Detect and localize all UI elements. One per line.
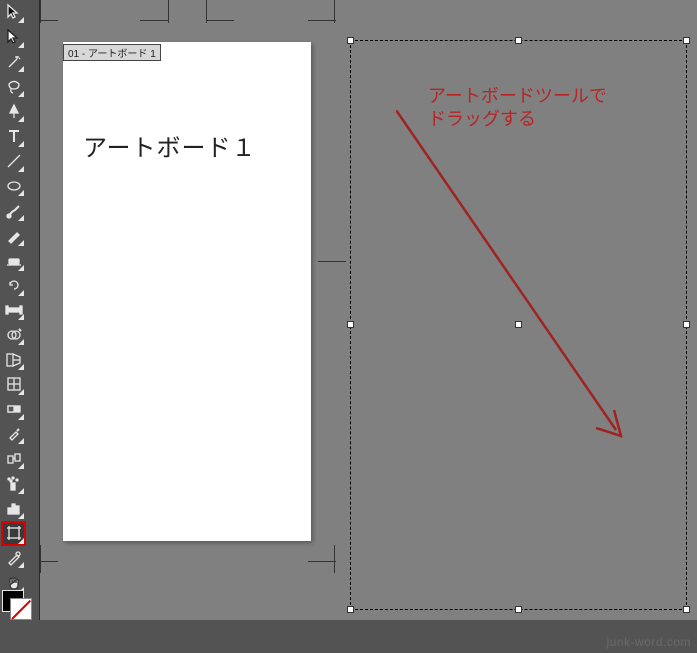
symbol-sprayer-icon (5, 475, 23, 493)
selection-tool[interactable] (2, 1, 25, 24)
column-graph-tool[interactable] (2, 497, 25, 520)
gradient-icon (5, 400, 23, 418)
lasso-tool[interactable] (2, 75, 25, 98)
stroke-swatch[interactable] (10, 598, 32, 620)
type-tool[interactable] (2, 125, 25, 148)
handle-bottom-middle[interactable] (515, 606, 522, 613)
rotate-tool[interactable] (2, 274, 25, 297)
blend-icon (5, 450, 23, 468)
handle-middle-left[interactable] (347, 321, 354, 328)
handle-center[interactable] (515, 321, 522, 328)
handle-top-right[interactable] (683, 37, 690, 44)
mesh-icon (5, 375, 23, 393)
gradient-tool[interactable] (2, 398, 25, 421)
column-graph-icon (5, 499, 23, 517)
lasso-icon (5, 78, 23, 96)
handle-top-middle[interactable] (515, 37, 522, 44)
artboard-tag: 01 - アートボード 1 (63, 44, 161, 61)
type-icon (5, 127, 23, 145)
artboard-1[interactable] (63, 42, 311, 541)
artboard-icon (5, 524, 23, 542)
artboard-title: アートボード１ (83, 128, 257, 163)
mesh-tool[interactable] (2, 373, 25, 396)
artboard-tool[interactable] (2, 522, 25, 545)
paintbrush-icon (5, 202, 23, 220)
handle-bottom-right[interactable] (683, 606, 690, 613)
watermark: junk-word.com (606, 635, 691, 649)
perspective-grid-tool[interactable] (2, 348, 25, 371)
perspective-grid-icon (5, 351, 23, 369)
handle-bottom-left[interactable] (347, 606, 354, 613)
fill-stroke-swatch[interactable] (2, 590, 34, 622)
blend-tool[interactable] (2, 447, 25, 470)
pencil-icon (5, 227, 23, 245)
slice-tool[interactable] (2, 547, 25, 570)
eyedropper-tool[interactable] (2, 423, 25, 446)
paintbrush-tool[interactable] (2, 199, 25, 222)
eraser-tool[interactable] (2, 249, 25, 272)
canvas[interactable]: 01 - アートボード 1 アートボード１ アートボードツールで ドラッグする (40, 0, 697, 620)
ellipse-tool[interactable] (2, 175, 25, 198)
pencil-tool[interactable] (2, 224, 25, 247)
direct-selection-tool[interactable] (2, 26, 25, 49)
line-tool[interactable] (2, 150, 25, 173)
handle-top-left[interactable] (347, 37, 354, 44)
eyedropper-icon (5, 425, 23, 443)
magic-wand-tool[interactable] (2, 51, 25, 74)
magic-wand-icon (5, 53, 23, 71)
eraser-icon (5, 251, 23, 269)
pen-icon (5, 103, 23, 121)
selection-icon (5, 3, 23, 21)
tools-panel[interactable] (0, 0, 40, 620)
shape-builder-icon (5, 326, 23, 344)
line-icon (5, 152, 23, 170)
direct-selection-icon (5, 28, 23, 46)
annotation-text: アートボードツールで ドラッグする (428, 85, 607, 132)
ellipse-icon (5, 177, 23, 195)
shape-builder-tool[interactable] (2, 323, 25, 346)
width-tool[interactable] (2, 299, 25, 322)
width-icon (5, 301, 23, 319)
symbol-sprayer-tool[interactable] (2, 472, 25, 495)
handle-middle-right[interactable] (683, 321, 690, 328)
pen-tool[interactable] (2, 100, 25, 123)
rotate-icon (5, 276, 23, 294)
slice-icon (5, 549, 23, 567)
